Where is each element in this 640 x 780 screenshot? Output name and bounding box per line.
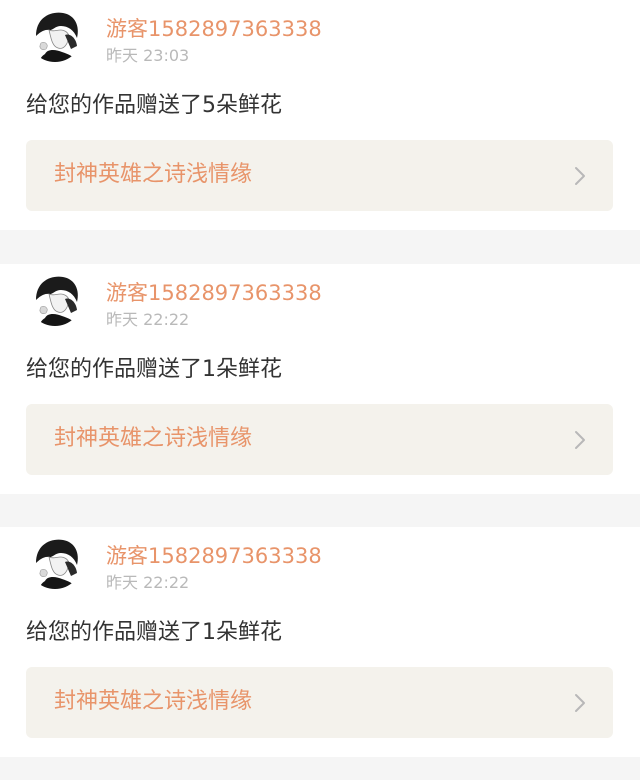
timestamp: 昨天 23:03 (106, 46, 190, 65)
avatar-icon (28, 8, 82, 62)
avatar-icon (28, 535, 82, 589)
timestamp: 昨天 22:22 (106, 310, 190, 329)
username[interactable]: 游客1582897363338 (106, 280, 322, 306)
username[interactable]: 游客1582897363338 (106, 543, 322, 569)
work-link[interactable]: 封神英雄之诗浅情缘 (26, 404, 613, 475)
chevron-right-icon (573, 693, 587, 713)
work-title: 封神英雄之诗浅情缘 (54, 689, 253, 714)
chevron-right-icon (573, 430, 587, 450)
avatar[interactable] (28, 535, 82, 589)
timestamp: 昨天 22:22 (106, 573, 190, 592)
work-link[interactable]: 封神英雄之诗浅情缘 (26, 667, 613, 738)
avatar-icon (28, 272, 82, 326)
gift-message: 给您的作品赠送了1朵鲜花 (26, 620, 282, 645)
work-title: 封神英雄之诗浅情缘 (54, 162, 253, 187)
avatar[interactable] (28, 8, 82, 62)
username[interactable]: 游客1582897363338 (106, 16, 322, 42)
work-link[interactable]: 封神英雄之诗浅情缘 (26, 140, 613, 211)
gift-message: 给您的作品赠送了5朵鲜花 (26, 93, 282, 118)
work-title: 封神英雄之诗浅情缘 (54, 426, 253, 451)
avatar[interactable] (28, 272, 82, 326)
notification-feed: 游客1582897363338 昨天 23:03 给您的作品赠送了5朵鲜花 封神… (0, 0, 640, 780)
notification-card: 游客1582897363338 昨天 23:03 给您的作品赠送了5朵鲜花 封神… (0, 0, 640, 230)
chevron-right-icon (573, 166, 587, 186)
notification-card: 游客1582897363338 昨天 22:22 给您的作品赠送了1朵鲜花 封神… (0, 527, 640, 757)
notification-card: 游客1582897363338 昨天 22:22 给您的作品赠送了1朵鲜花 封神… (0, 264, 640, 494)
gift-message: 给您的作品赠送了1朵鲜花 (26, 357, 282, 382)
